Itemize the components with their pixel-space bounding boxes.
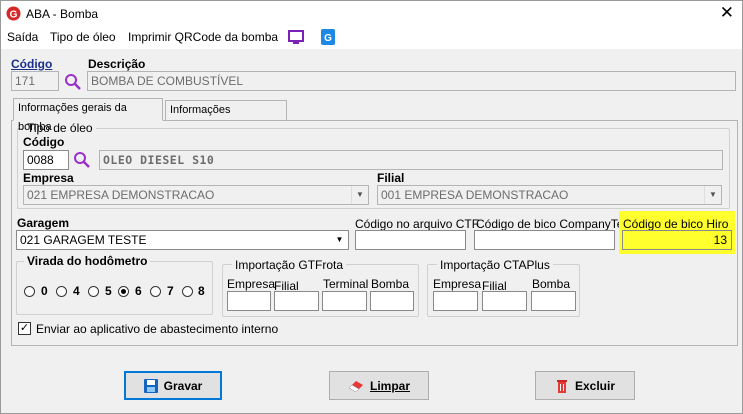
delete-label: Excluir	[574, 378, 616, 393]
save-button[interactable]: Gravar	[124, 371, 222, 400]
companytec-field[interactable]	[474, 230, 615, 250]
description-label: Descrição	[88, 57, 146, 71]
tab-general-info[interactable]: Informações gerais da bomba	[13, 98, 163, 133]
garage-value: 021 GARAGEM TESTE	[20, 233, 147, 247]
trash-icon	[556, 379, 567, 393]
odometer-label-7: 7	[167, 284, 174, 298]
gtfrota-terminal-label: Terminal	[323, 277, 369, 291]
company-value: 021 EMPRESA DEMONSTRACAO	[27, 188, 215, 202]
menu-exit[interactable]: Saída	[7, 30, 38, 44]
ctaplus-company-field[interactable]	[433, 291, 478, 311]
close-icon[interactable]: ✕	[720, 4, 734, 22]
svg-text:G: G	[324, 33, 332, 44]
gtfrota-terminal-field[interactable]	[322, 291, 367, 311]
tab-fuel-station[interactable]: Informações eletroposto	[165, 100, 287, 135]
branch-select[interactable]: 001 EMPRESA DEMONSTRACAO ▼	[377, 185, 722, 205]
oil-code-field[interactable]: 0088	[23, 150, 69, 170]
oil-name-field[interactable]: OLEO DIESEL S10	[99, 150, 723, 170]
oil-search-icon[interactable]	[73, 151, 91, 169]
gtfrota-pump-field[interactable]	[370, 291, 414, 311]
code-label: Código	[11, 57, 53, 71]
company-label: Empresa	[23, 171, 74, 185]
odometer-label-4: 4	[73, 284, 80, 298]
document-icon[interactable]: G	[321, 29, 335, 45]
branch-dropdown-icon[interactable]: ▼	[704, 186, 721, 204]
odometer-group-title: Virada do hodômetro	[24, 254, 151, 268]
garage-dropdown-icon[interactable]: ▼	[331, 231, 348, 249]
floppy-disk-icon	[143, 378, 158, 393]
ctf-field[interactable]	[355, 230, 466, 250]
branch-label: Filial	[377, 171, 405, 185]
save-label: Gravar	[163, 378, 203, 393]
eraser-icon	[348, 380, 363, 392]
garage-select[interactable]: 021 GARAGEM TESTE ▼	[16, 230, 349, 250]
branch-value: 001 EMPRESA DEMONSTRACAO	[381, 188, 569, 202]
app-window: G ABA - Bomba ✕ Saída Tipo de óleo Impri…	[0, 0, 743, 414]
odometer-label-0: 0	[41, 284, 48, 298]
companytec-label: Código de bico CompanyTec	[476, 217, 630, 231]
app-logo-icon: G	[6, 6, 21, 21]
clear-label: Limpar	[369, 378, 410, 393]
monitor-icon[interactable]	[288, 30, 304, 45]
gtfrota-company-label: Empresa	[227, 277, 276, 291]
search-icon[interactable]	[64, 73, 82, 91]
ctaplus-pump-field[interactable]	[531, 291, 576, 311]
gtfrota-company-field[interactable]	[227, 291, 271, 311]
odometer-radio-8[interactable]	[182, 286, 193, 297]
send-app-checkbox[interactable]: ✓	[18, 322, 31, 335]
company-select[interactable]: 021 EMPRESA DEMONSTRACAO ▼	[23, 185, 369, 205]
hiro-field[interactable]: 13	[622, 230, 732, 250]
odometer-label-6: 6	[135, 284, 142, 298]
menu-print-qr[interactable]: Imprimir QRCode da bomba	[128, 30, 278, 44]
ctaplus-group-title: Importação CTAPlus	[437, 258, 553, 272]
send-app-label: Enviar ao aplicativo de abastecimento in…	[36, 322, 279, 336]
ctaplus-company-label: Empresa	[433, 277, 482, 291]
window-title: ABA - Bomba	[26, 7, 99, 21]
clear-button[interactable]: Limpar	[329, 371, 429, 400]
company-dropdown-icon[interactable]: ▼	[351, 186, 368, 204]
menu-bar: Saída Tipo de óleo Imprimir QRCode da bo…	[1, 27, 742, 49]
gtfrota-pump-label: Bomba	[371, 277, 410, 291]
menu-oil-type[interactable]: Tipo de óleo	[50, 30, 116, 44]
odometer-label-5: 5	[105, 284, 112, 298]
gtfrota-branch-field[interactable]	[274, 291, 319, 311]
ctf-label: Código no arquivo CTF	[355, 217, 480, 231]
ctaplus-branch-field[interactable]	[482, 291, 527, 311]
gtfrota-group-title: Importação GTFrota	[232, 258, 347, 272]
odometer-radio-6[interactable]	[118, 286, 129, 297]
svg-text:G: G	[10, 10, 18, 21]
title-bar: G ABA - Bomba ✕	[1, 1, 742, 27]
description-field[interactable]: BOMBA DE COMBUSTÍVEL	[87, 71, 736, 91]
hiro-label: Código de bico Hiro	[623, 217, 729, 231]
odometer-radio-0[interactable]	[24, 286, 35, 297]
odometer-label-8: 8	[198, 284, 205, 298]
odometer-radio-7[interactable]	[150, 286, 161, 297]
garage-label: Garagem	[17, 216, 70, 230]
odometer-radio-4[interactable]	[56, 286, 67, 297]
oil-code-label: Código	[23, 135, 65, 149]
odometer-radio-5[interactable]	[88, 286, 99, 297]
code-field[interactable]: 171	[11, 71, 59, 91]
ctaplus-pump-label: Bomba	[532, 277, 571, 291]
delete-button[interactable]: Excluir	[535, 371, 635, 400]
